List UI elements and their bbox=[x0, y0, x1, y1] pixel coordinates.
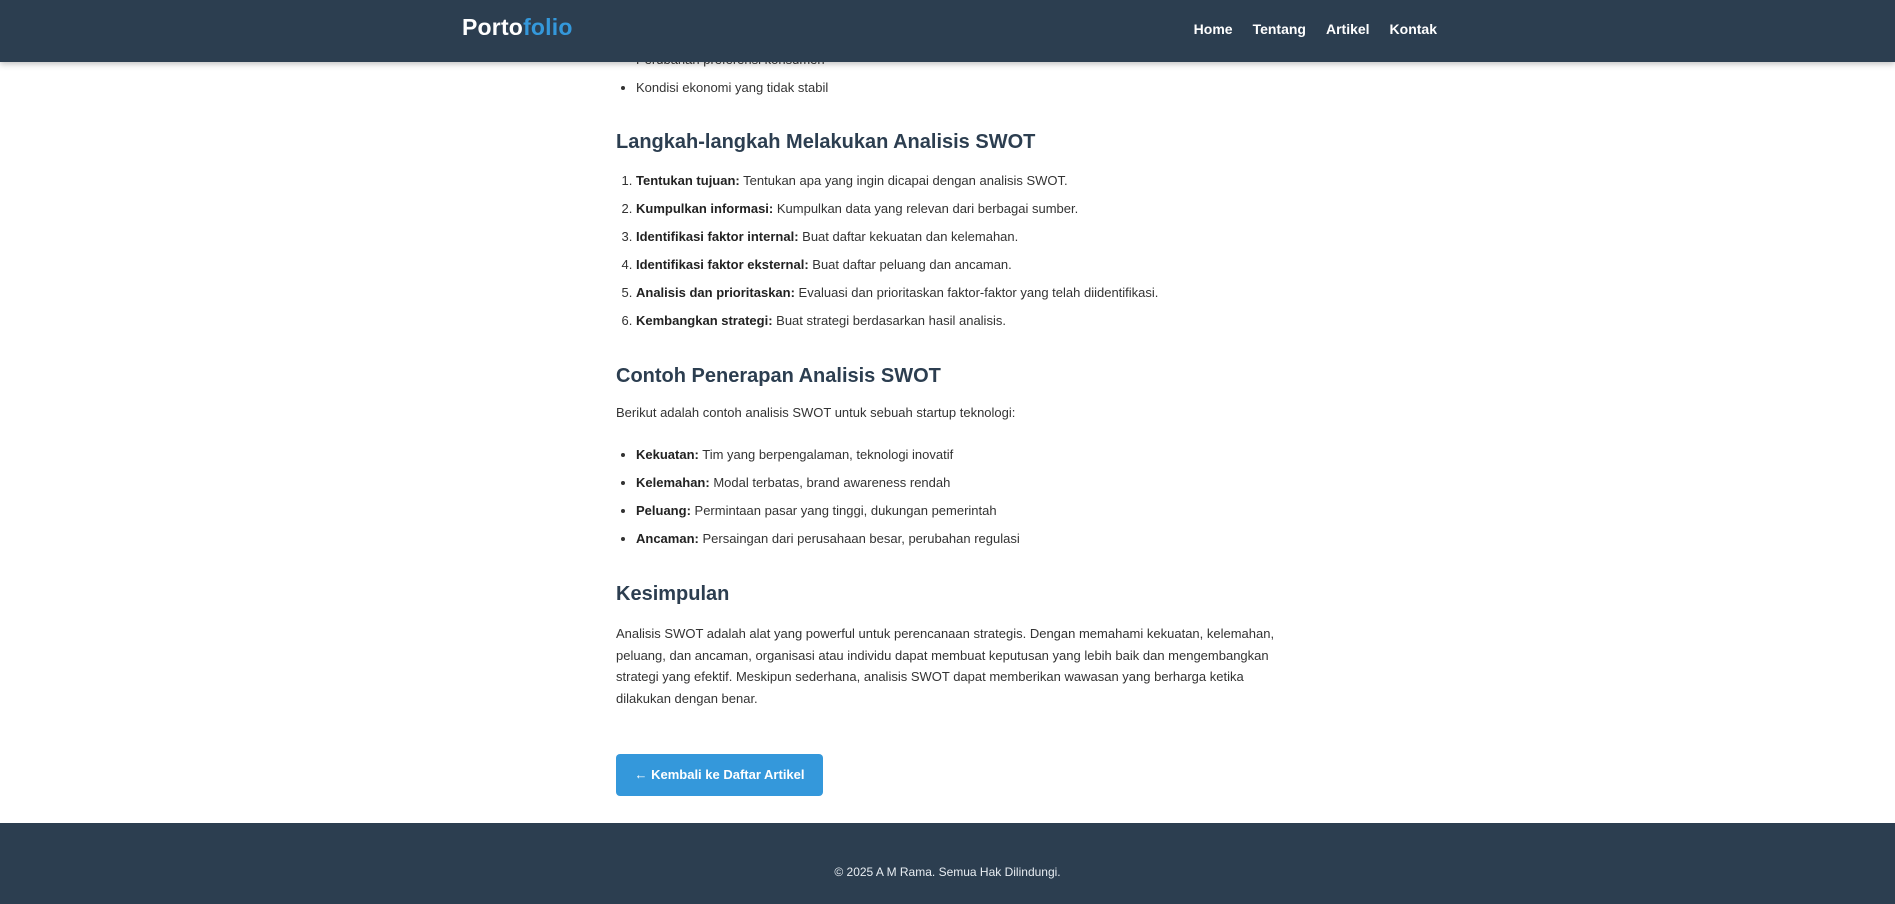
step-text: Evaluasi dan prioritaskan faktor-faktor … bbox=[794, 285, 1159, 300]
example-text: Permintaan pasar yang tinggi, dukungan p… bbox=[690, 503, 997, 518]
list-item: Kembangkan strategi: Buat strategi berda… bbox=[636, 307, 1316, 335]
example-list: Kekuatan: Tim yang berpengalaman, teknol… bbox=[616, 441, 1316, 553]
example-text: Persaingan dari perusahaan besar, peruba… bbox=[698, 531, 1020, 546]
nav-link-kontak[interactable]: Kontak bbox=[1390, 21, 1437, 37]
example-heading: Contoh Penerapan Analisis SWOT bbox=[616, 365, 941, 387]
example-text: Modal terbatas, brand awareness rendah bbox=[709, 475, 951, 490]
example-label: Kekuatan: bbox=[636, 447, 699, 462]
logo-text-accent: folio bbox=[523, 14, 573, 40]
example-intro: Berikut adalah contoh analisis SWOT untu… bbox=[616, 405, 1016, 420]
conclusion-heading: Kesimpulan bbox=[616, 583, 730, 605]
list-item: Ancaman: Persaingan dari perusahaan besa… bbox=[636, 525, 1316, 553]
steps-heading: Langkah-langkah Melakukan Analisis SWOT bbox=[616, 131, 1036, 153]
example-label: Ancaman: bbox=[636, 531, 699, 546]
list-item: Kondisi ekonomi yang tidak stabil bbox=[636, 74, 1316, 102]
example-text: Tim yang berpengalaman, teknologi inovat… bbox=[698, 447, 954, 462]
nav-links: Home Tentang Artikel Kontak bbox=[1194, 21, 1437, 37]
list-item: Tentukan tujuan: Tentukan apa yang ingin… bbox=[636, 167, 1316, 195]
site-logo[interactable]: Portofolio bbox=[462, 14, 573, 41]
step-text: Tentukan apa yang ingin dicapai dengan a… bbox=[739, 173, 1068, 188]
list-item: Identifikasi faktor eksternal: Buat daft… bbox=[636, 251, 1316, 279]
example-label: Peluang: bbox=[636, 503, 691, 518]
list-item: Kumpulkan informasi: Kumpulkan data yang… bbox=[636, 195, 1316, 223]
example-label: Kelemahan: bbox=[636, 475, 710, 490]
step-label: Identifikasi faktor internal: bbox=[636, 229, 799, 244]
step-label: Analisis dan prioritaskan: bbox=[636, 285, 795, 300]
copyright-text: © 2025 A M Rama. Semua Hak Dilindungi. bbox=[834, 865, 1061, 879]
logo-text-primary: Porto bbox=[462, 14, 524, 40]
nav-link-tentang[interactable]: Tentang bbox=[1253, 21, 1306, 37]
step-label: Kumpulkan informasi: bbox=[636, 201, 774, 216]
step-text: Buat daftar kekuatan dan kelemahan. bbox=[798, 229, 1019, 244]
list-item: Analisis dan prioritaskan: Evaluasi dan … bbox=[636, 279, 1316, 307]
nav-link-artikel[interactable]: Artikel bbox=[1326, 21, 1370, 37]
step-label: Identifikasi faktor eksternal: bbox=[636, 257, 809, 272]
list-item: Identifikasi faktor internal: Buat dafta… bbox=[636, 223, 1316, 251]
step-text: Buat daftar peluang dan ancaman. bbox=[808, 257, 1012, 272]
step-label: Kembangkan strategi: bbox=[636, 313, 773, 328]
list-item: Kelemahan: Modal terbatas, brand awarene… bbox=[636, 469, 1316, 497]
steps-list: Tentukan tujuan: Tentukan apa yang ingin… bbox=[616, 167, 1316, 335]
back-to-articles-button[interactable]: ← Kembali ke Daftar Artikel bbox=[616, 754, 823, 796]
footer: © 2025 A M Rama. Semua Hak Dilindungi. bbox=[0, 823, 1895, 904]
navbar: Portofolio Home Tentang Artikel Kontak bbox=[0, 0, 1895, 62]
list-item: Kekuatan: Tim yang berpengalaman, teknol… bbox=[636, 441, 1316, 469]
step-text: Kumpulkan data yang relevan dari berbaga… bbox=[773, 201, 1079, 216]
nav-link-home[interactable]: Home bbox=[1194, 21, 1233, 37]
conclusion-text: Analisis SWOT adalah alat yang powerful … bbox=[616, 626, 1275, 706]
step-text: Buat strategi berdasarkan hasil analisis… bbox=[772, 313, 1006, 328]
list-item: Peluang: Permintaan pasar yang tinggi, d… bbox=[636, 497, 1316, 525]
step-label: Tentukan tujuan: bbox=[636, 173, 740, 188]
